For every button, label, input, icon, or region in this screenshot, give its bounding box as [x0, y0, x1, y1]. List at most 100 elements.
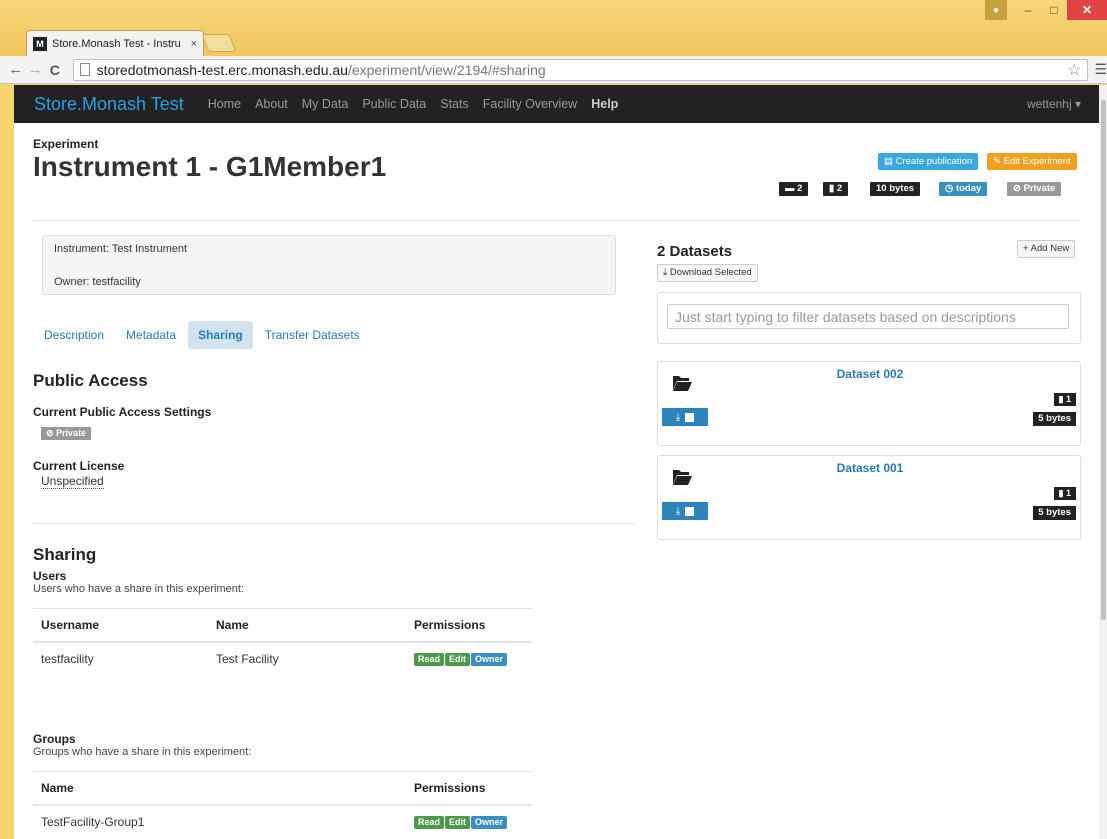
tab-sharing[interactable]: Sharing — [188, 321, 253, 349]
user-username: testfacility — [41, 651, 94, 666]
new-tab-button[interactable] — [201, 34, 237, 52]
dataset-checkbox[interactable] — [685, 506, 695, 516]
brand-link[interactable]: Store.Monash Test — [34, 94, 184, 115]
instrument-text: Instrument: Test Instrument — [54, 243, 188, 255]
browser-tab[interactable]: M Store.Monash Test - Instru × — [26, 30, 204, 56]
public-access-heading: Public Access — [33, 371, 148, 390]
bookmark-star-icon[interactable]: ☆ — [1067, 60, 1081, 80]
scrollbar-thumb[interactable] — [1101, 100, 1106, 620]
tab-description[interactable]: Description — [34, 321, 114, 349]
access-badge: ⊘ Private — [1007, 182, 1062, 196]
file-icon: ▮ — [1058, 488, 1066, 498]
size-badge: 10 bytes — [870, 182, 921, 196]
page-title: Instrument 1 - G1Member1 — [33, 151, 387, 182]
sharing-heading: Sharing — [33, 545, 97, 564]
nav-home[interactable]: Home — [208, 97, 241, 111]
edit-experiment-label: Edit Experiment — [1003, 156, 1071, 167]
nav-public-data[interactable]: Public Data — [362, 97, 426, 111]
file-icon: ▮ — [829, 183, 837, 194]
dataset-file-count: 1 — [1065, 394, 1071, 404]
perm-owner-badge: Owner — [471, 816, 508, 829]
tab-transfer-datasets[interactable]: Transfer Datasets — [255, 321, 370, 349]
users-table: Username Name Permissions testfacility T… — [33, 608, 532, 675]
user-menu[interactable]: wettenhj ▾ — [1027, 97, 1081, 111]
maximize-icon[interactable]: □ — [1041, 0, 1067, 20]
tab-title: Store.Monash Test - Instru — [52, 37, 181, 50]
create-publication-button[interactable]: ▤ Create publication — [878, 153, 979, 170]
public-access-badge: ⊘ Private — [41, 427, 92, 440]
experiment-tabs: Description Metadata Sharing Transfer Da… — [34, 321, 372, 349]
address-bar[interactable]: storedotmonash-test.erc.monash.edu.au /e… — [72, 58, 1089, 81]
close-window-icon[interactable]: ✕ — [1067, 0, 1107, 20]
groups-description: Groups who have a share in this experime… — [33, 746, 252, 758]
site-navbar: Store.Monash Test Home About My Data Pub… — [14, 85, 1099, 123]
license-value[interactable]: Unspecified — [41, 474, 104, 489]
users-description: Users who have a share in this experimen… — [33, 583, 244, 595]
dataset-checkbox[interactable] — [685, 412, 695, 422]
license-label: Current License — [33, 459, 125, 473]
url-path: /experiment/view/2194/#sharing — [347, 61, 546, 78]
perm-owner-badge: Owner — [471, 653, 508, 666]
download-selected-button[interactable]: ⤓ Download Selected — [657, 264, 758, 282]
users-label: Users — [33, 569, 67, 583]
dataset-filter-input[interactable] — [667, 304, 1069, 329]
edit-experiment-button[interactable]: ✎ Edit Experiment — [987, 153, 1077, 170]
site-favicon-icon: M — [33, 36, 47, 51]
nav-help[interactable]: Help — [591, 97, 618, 111]
owner-text: Owner: testfacility — [54, 276, 141, 288]
groups-label: Groups — [33, 732, 76, 746]
dataset-card: Dataset 001 ⤓ ▮ 1 5 bytes — [657, 455, 1081, 540]
tab-close-icon[interactable]: × — [191, 38, 197, 50]
groups-table: Name Permissions TestFacility-Group1 Rea… — [33, 771, 532, 838]
download-icon: ⤓ — [663, 267, 670, 278]
perm-read-badge: Read — [414, 816, 445, 829]
dataset-select-button[interactable]: ⤓ — [662, 408, 708, 426]
nav-stats[interactable]: Stats — [440, 97, 469, 111]
column-header-permissions: Permissions — [406, 608, 532, 643]
profile-icon[interactable]: ● — [985, 0, 1007, 20]
column-header-permissions: Permissions — [406, 771, 532, 806]
perm-edit-badge: Edit — [445, 816, 471, 829]
divider — [33, 523, 636, 524]
nav-my-data[interactable]: My Data — [302, 97, 349, 111]
file-count-badge: ▮ 2 — [823, 182, 849, 196]
dataset-file-count-badge: ▮ 1 — [1053, 393, 1076, 406]
dataset-title-link[interactable]: Dataset 001 — [658, 461, 1082, 475]
group-name: TestFacility-Group1 — [41, 814, 145, 829]
forward-arrow-icon[interactable]: → — [26, 61, 46, 78]
download-selected-label: Download Selected — [669, 267, 752, 278]
experiment-info-well: Instrument: Test Instrument Owner: testf… — [42, 235, 616, 295]
file-icon: ▮ — [1058, 394, 1066, 404]
dataset-title-link[interactable]: Dataset 002 — [658, 367, 1082, 381]
dataset-select-button[interactable]: ⤓ — [662, 502, 708, 520]
back-arrow-icon[interactable]: ← — [6, 61, 26, 78]
create-publication-label: Create publication — [895, 156, 973, 167]
reload-icon[interactable]: C — [45, 62, 65, 78]
minimize-icon[interactable]: – — [1015, 0, 1041, 20]
nav-about[interactable]: About — [255, 97, 288, 111]
download-icon: ⤓ — [675, 505, 681, 517]
main-content: Experiment Instrument 1 - G1Member1 ▤ Cr… — [14, 123, 1099, 839]
public-access-value: Private — [56, 428, 87, 438]
folder-icon: ▬ — [785, 183, 798, 194]
updated-badge: ◷ today — [939, 182, 988, 196]
column-header-username: Username — [33, 608, 208, 643]
dataset-file-count: 1 — [1065, 488, 1071, 498]
column-header-name: Name — [33, 771, 406, 806]
file-count: 2 — [836, 183, 843, 194]
publication-icon: ▤ — [884, 156, 896, 167]
perm-edit-badge: Edit — [445, 653, 471, 666]
dataset-size-badge: 5 bytes — [1033, 506, 1076, 520]
browser-menu-icon[interactable]: ☰ — [1094, 61, 1107, 78]
tab-metadata[interactable]: Metadata — [116, 321, 186, 349]
experiment-label: Experiment — [33, 137, 99, 151]
dataset-size-badge: 5 bytes — [1033, 412, 1076, 426]
access-value: Private — [1023, 183, 1056, 194]
table-row: testfacility Test Facility Read Edit Owner — [33, 642, 532, 675]
dataset-count-badge: ▬ 2 — [779, 182, 809, 196]
add-new-dataset-button[interactable]: + Add New — [1017, 240, 1076, 258]
public-access-settings-label: Current Public Access Settings — [33, 405, 212, 419]
nav-facility-overview[interactable]: Facility Overview — [483, 97, 577, 111]
download-icon: ⤓ — [675, 411, 681, 423]
browser-toolbar: ← → C storedotmonash-test.erc.monash.edu… — [0, 56, 1107, 84]
